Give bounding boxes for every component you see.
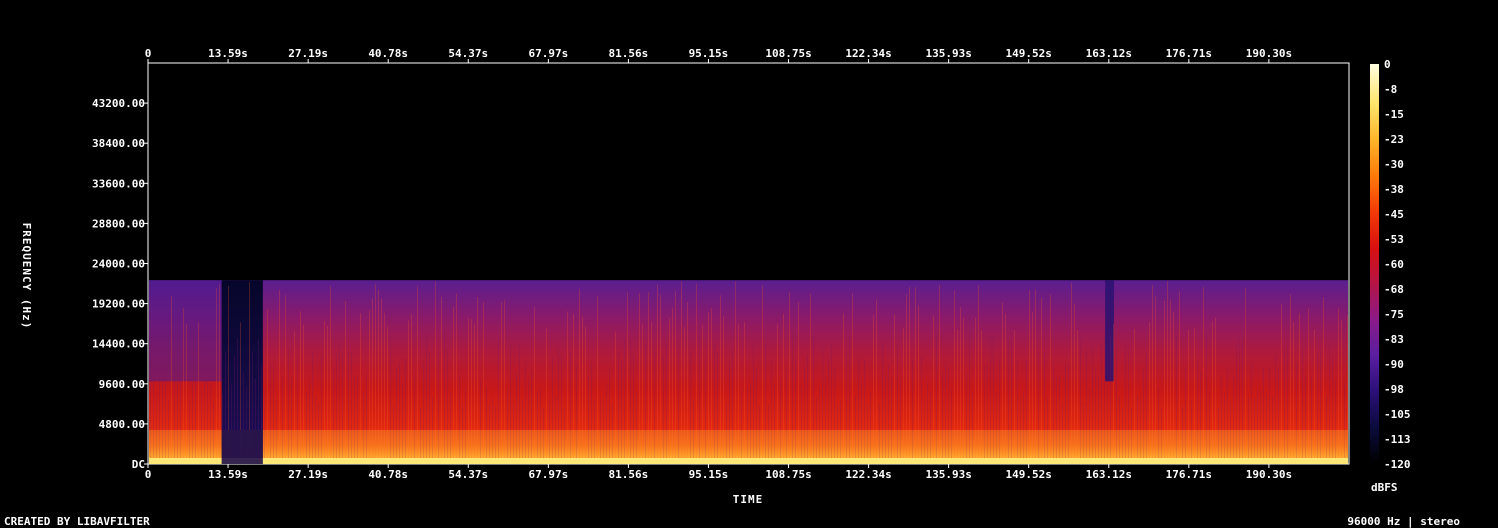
x-top-tick-label: 54.37s	[448, 47, 488, 60]
x-bottom-tick-label: 176.71s	[1166, 468, 1212, 481]
x-bottom-tick-label: 163.12s	[1086, 468, 1132, 481]
colorbar-tick-label: -113	[1384, 433, 1411, 446]
colorbar-tick-label: -15	[1384, 108, 1404, 121]
x-bottom-tick-label: 122.34s	[845, 468, 891, 481]
y-tick-label: 4800.00	[99, 418, 145, 431]
x-bottom-tick-label: 40.78s	[368, 468, 408, 481]
x-bottom-tick-label: 27.19s	[288, 468, 328, 481]
x-bottom-tick-label: 149.52s	[1006, 468, 1052, 481]
x-bottom-tick-label: 135.93s	[925, 468, 971, 481]
colorbar	[1370, 64, 1379, 464]
x-top-tick-label: 27.19s	[288, 47, 328, 60]
y-tick-label: 14400.00	[92, 338, 145, 351]
x-top-tick-label: 176.71s	[1166, 47, 1212, 60]
x-bottom-tick-label: 190.30s	[1246, 468, 1292, 481]
x-axis-bottom: 0 13.59s 27.19s 40.78s 54.37s 67.97s 81.56s 95.…	[145, 464, 1292, 481]
low-frequency-floor	[149, 458, 1348, 464]
colorbar-tick-label: -45	[1384, 208, 1404, 221]
x-top-tick-label: 149.52s	[1006, 47, 1052, 60]
y-tick-label: 38400.00	[92, 137, 145, 150]
spectrum-upper-band	[149, 280, 223, 382]
dropout-segment	[1105, 280, 1114, 382]
colorbar-tick-label: -68	[1384, 283, 1404, 296]
y-tick-label: 19200.00	[92, 298, 145, 311]
x-top-tick-label: 0	[145, 47, 152, 60]
colorbar-tick-label: -120	[1384, 458, 1411, 471]
colorbar-tick-label: -75	[1384, 308, 1404, 321]
spectrogram-body	[149, 280, 1348, 464]
x-bottom-tick-label: 67.97s	[528, 468, 568, 481]
colorbar-ticks: 0 -8 -15 -23 -30 -38 -45 -53 -60 -68 -75 -83 -90 -98 -…	[1384, 58, 1411, 471]
x-bottom-tick-label: 81.56s	[609, 468, 649, 481]
colorbar-label: dBFS	[1371, 481, 1398, 494]
x-top-tick-label: 67.97s	[528, 47, 568, 60]
x-bottom-tick-label: 54.37s	[448, 468, 488, 481]
x-axis-title: TIME	[733, 493, 764, 506]
colorbar-tick-label: -30	[1384, 158, 1404, 171]
x-top-tick-label: 108.75s	[765, 47, 811, 60]
x-top-tick-label: 135.93s	[925, 47, 971, 60]
x-axis-top: 0 13.59s 27.19s 40.78s 54.37s 67.97s 81.56s 95.…	[145, 47, 1292, 63]
x-top-tick-label: 81.56s	[609, 47, 649, 60]
quiet-segment-floor	[221, 430, 263, 464]
y-axis: DC 4800.00 9600.00 14400.00 19200.00 24000.00…	[92, 97, 148, 471]
x-top-tick-label: 122.34s	[845, 47, 891, 60]
colorbar-tick-label: -60	[1384, 258, 1404, 271]
x-bottom-tick-label: 108.75s	[765, 468, 811, 481]
x-top-tick-label: 95.15s	[689, 47, 729, 60]
y-tick-label: 28800.00	[92, 217, 145, 230]
colorbar-tick-label: -98	[1384, 383, 1404, 396]
x-top-tick-label: 40.78s	[368, 47, 408, 60]
colorbar-tick-label: -23	[1384, 133, 1404, 146]
y-tick-label: 24000.00	[92, 258, 145, 271]
colorbar-tick-label: -105	[1384, 408, 1411, 421]
colorbar-tick-label: -8	[1384, 83, 1397, 96]
colorbar-tick-label: -38	[1384, 183, 1404, 196]
x-top-tick-label: 163.12s	[1086, 47, 1132, 60]
spectrogram-chart: 0 13.59s 27.19s 40.78s 54.37s 67.97s 81.56s 95.…	[20, 47, 1411, 506]
footer-info: 96000 Hz | stereo	[1347, 515, 1460, 528]
low-frequency-band	[149, 430, 1348, 458]
colorbar-tick-label: 0	[1384, 58, 1391, 71]
y-tick-label: DC	[132, 458, 145, 471]
y-tick-label: 33600.00	[92, 177, 145, 190]
y-tick-label: 43200.00	[92, 97, 145, 110]
footer-credit: CREATED BY LIBAVFILTER	[4, 515, 150, 528]
colorbar-tick-label: -83	[1384, 333, 1404, 346]
x-bottom-tick-label: 13.59s	[208, 468, 248, 481]
y-axis-title: FREQUENCY (Hz)	[20, 223, 33, 330]
x-bottom-tick-label: 95.15s	[689, 468, 729, 481]
colorbar-tick-label: -90	[1384, 358, 1404, 371]
y-tick-label: 9600.00	[99, 378, 145, 391]
x-top-tick-label: 13.59s	[208, 47, 248, 60]
colorbar-tick-label: -53	[1384, 233, 1404, 246]
x-top-tick-label: 190.30s	[1246, 47, 1292, 60]
x-bottom-tick-label: 0	[145, 468, 152, 481]
